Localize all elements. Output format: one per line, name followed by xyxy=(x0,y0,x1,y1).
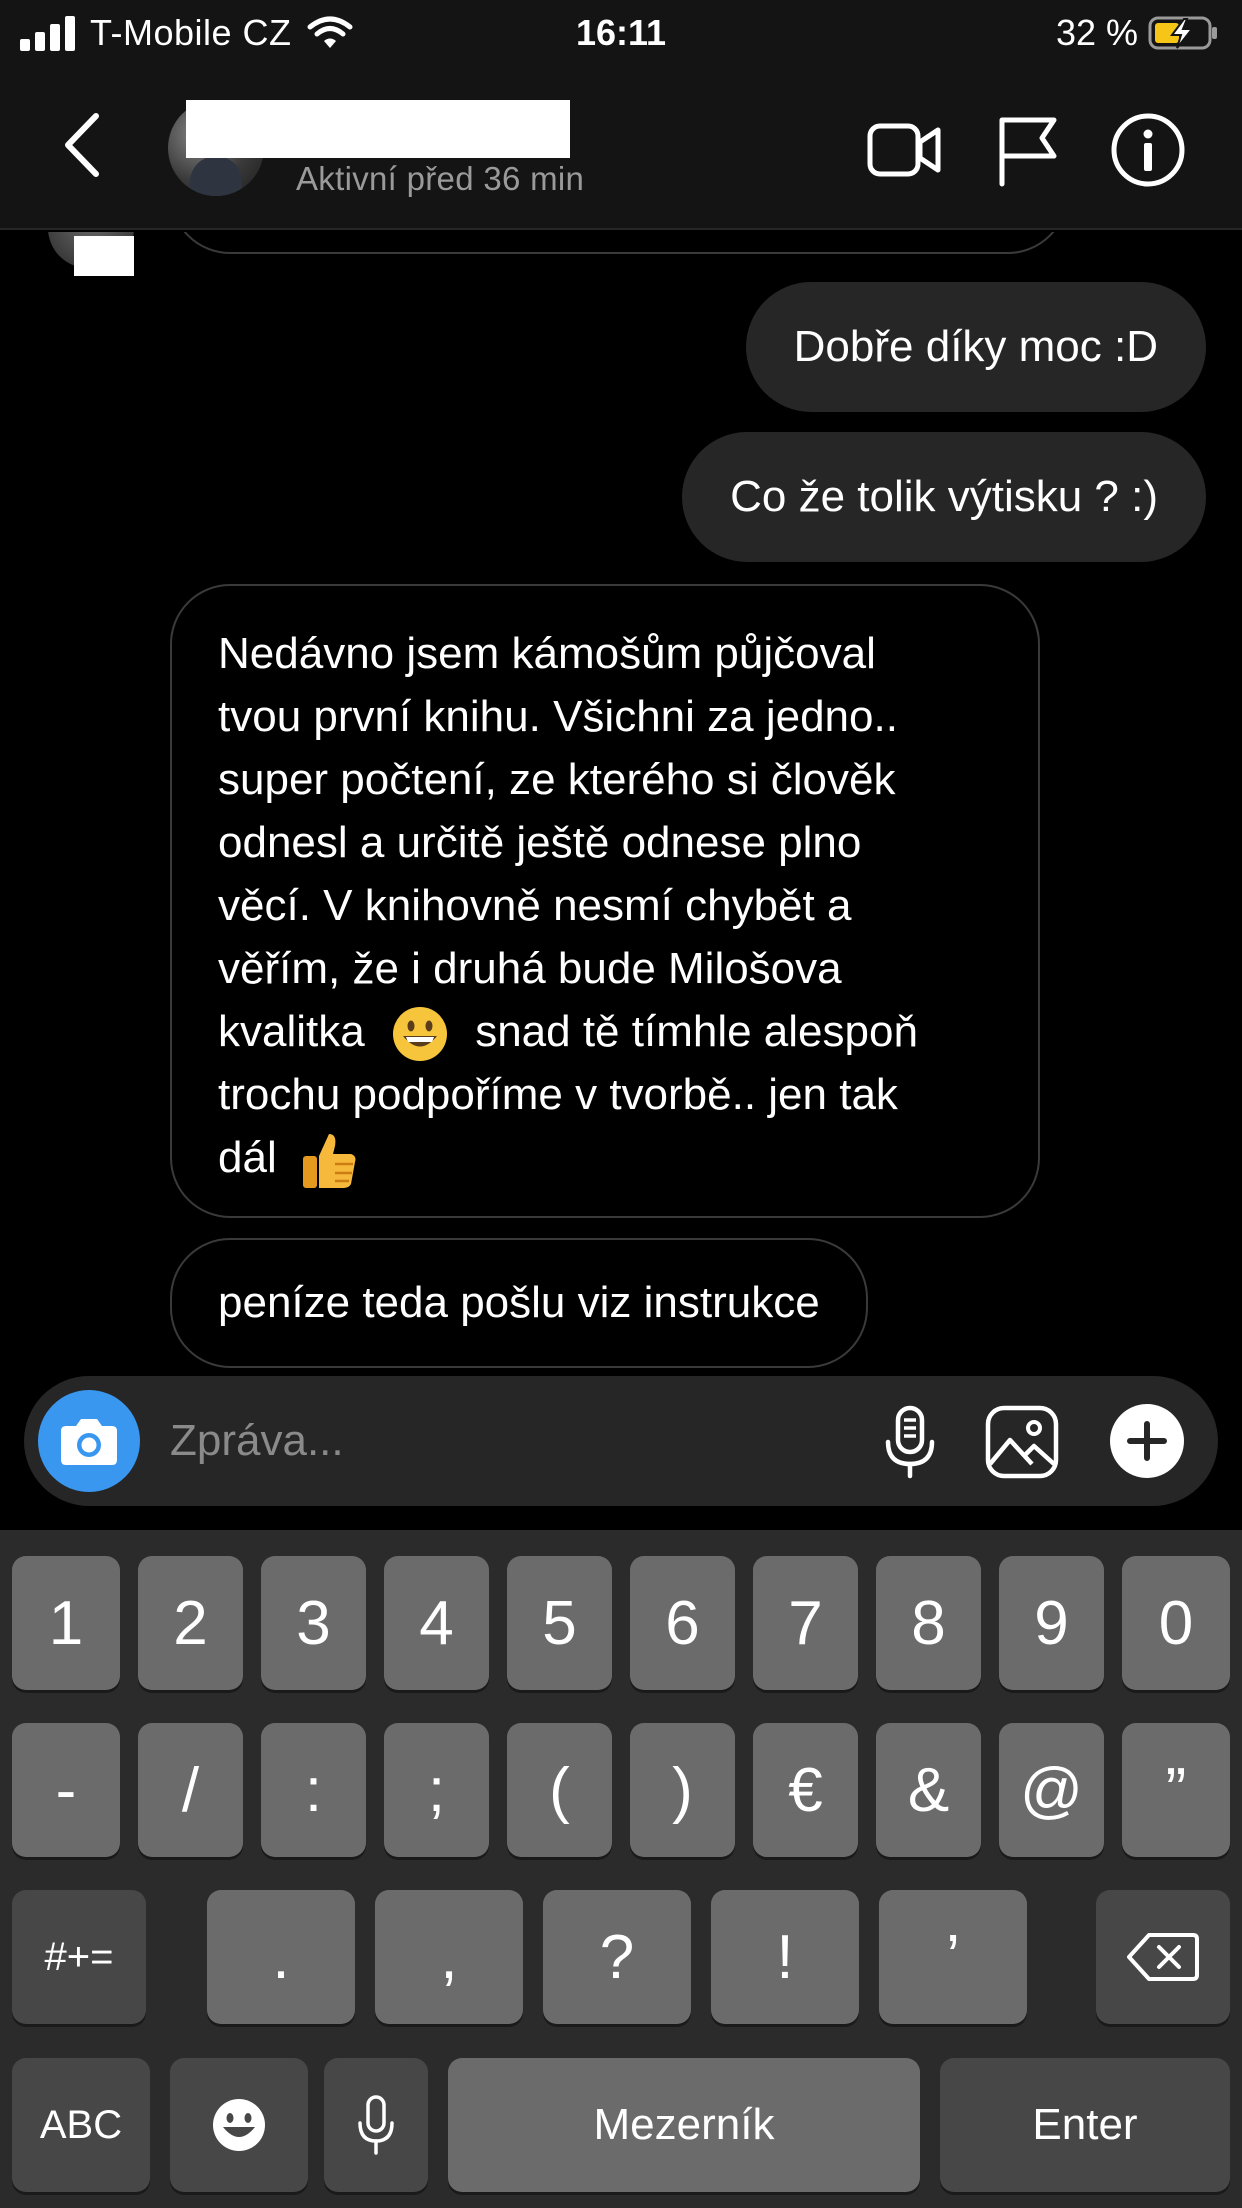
key[interactable]: : xyxy=(261,1723,366,1857)
dictation-key[interactable] xyxy=(324,2058,428,2192)
thumbs-up-icon xyxy=(302,1133,356,1188)
key[interactable]: 2 xyxy=(138,1556,243,1690)
outgoing-message[interactable]: Co že tolik výtisku ? :) xyxy=(682,432,1206,562)
key[interactable]: 8 xyxy=(876,1556,981,1690)
emoji-key[interactable] xyxy=(170,2058,308,2192)
chat-header: Aktivní před 36 min xyxy=(0,64,1242,230)
incoming-message[interactable]: peníze teda pošlu viz instrukce xyxy=(170,1238,868,1368)
info-button[interactable] xyxy=(1108,110,1188,190)
message-line: super počtení, ze kterého si člověk xyxy=(218,755,896,804)
previous-message-bubble[interactable] xyxy=(170,232,1068,254)
keyboard: 1 2 3 4 5 6 7 8 9 0 - / : ; ( ) € & @ ” … xyxy=(0,1530,1242,2208)
message-line: dál xyxy=(218,1126,992,1191)
voice-message-button[interactable] xyxy=(872,1404,948,1480)
key[interactable]: ? xyxy=(543,1890,691,2024)
enter-key[interactable]: Enter xyxy=(940,2058,1230,2192)
key[interactable]: ! xyxy=(711,1890,859,2024)
key[interactable]: 5 xyxy=(507,1556,612,1690)
activity-status: Aktivní před 36 min xyxy=(296,160,585,197)
key[interactable]: & xyxy=(876,1723,981,1857)
key[interactable]: 7 xyxy=(753,1556,858,1690)
key[interactable]: 4 xyxy=(384,1556,489,1690)
battery-percent: 32 % xyxy=(1055,12,1138,53)
message-line: trochu podpoříme v tvorbě.. jen tak xyxy=(218,1070,898,1120)
more-options-button[interactable] xyxy=(1110,1404,1184,1478)
message-fragment: dál xyxy=(218,1133,277,1183)
back-button[interactable] xyxy=(56,110,116,180)
plus-icon xyxy=(1127,1421,1167,1461)
message-line: odnesl a určitě ještě odnese plno xyxy=(218,818,862,867)
message-composer xyxy=(24,1376,1218,1506)
redacted-username[interactable] xyxy=(186,100,570,158)
key[interactable]: . xyxy=(207,1890,355,2024)
message-line: tvou první knihu. Všichni za jedno.. xyxy=(218,692,898,741)
key[interactable]: / xyxy=(138,1723,243,1857)
key[interactable]: 0 xyxy=(1122,1556,1230,1690)
video-call-button[interactable] xyxy=(864,110,944,190)
battery-charging-icon xyxy=(1148,16,1217,50)
space-key[interactable]: Mezerník xyxy=(448,2058,920,2192)
redacted-avatar-area xyxy=(74,236,134,276)
backspace-icon xyxy=(1127,1933,1199,1981)
message-input[interactable] xyxy=(170,1406,710,1476)
symbols-toggle-key[interactable]: #+= xyxy=(12,1890,146,2024)
key[interactable]: € xyxy=(753,1723,858,1857)
message-line: kvalitka snad tě tímhle alespoň xyxy=(218,1000,992,1063)
key[interactable]: ’ xyxy=(879,1890,1027,2024)
camera-icon xyxy=(61,1419,117,1465)
key[interactable]: - xyxy=(12,1723,120,1857)
key[interactable]: 9 xyxy=(999,1556,1104,1690)
emoji-icon xyxy=(213,2099,265,2151)
message-thread[interactable]: Dobře díky moc :D Co že tolik výtisku ? … xyxy=(0,232,1242,1372)
camera-button[interactable] xyxy=(38,1390,140,1492)
key[interactable]: ” xyxy=(1122,1723,1230,1857)
microphone-icon xyxy=(358,2095,394,2155)
message-line: Nedávno jsem kámošům půjčoval xyxy=(218,629,876,678)
status-bar: T-Mobile CZ 16:11 32 % xyxy=(0,0,1242,64)
key[interactable]: 3 xyxy=(261,1556,366,1690)
backspace-key[interactable] xyxy=(1096,1890,1230,2024)
key[interactable]: , xyxy=(375,1890,523,2024)
key[interactable]: @ xyxy=(999,1723,1104,1857)
key[interactable]: 6 xyxy=(630,1556,735,1690)
message-line: věcí. V knihovně nesmí chybět a xyxy=(218,881,852,930)
message-fragment: snad tě tímhle alespoň xyxy=(475,1007,918,1056)
incoming-message[interactable]: Nedávno jsem kámošům půjčoval tvou první… xyxy=(170,584,1040,1218)
key[interactable]: ; xyxy=(384,1723,489,1857)
gallery-button[interactable] xyxy=(984,1404,1060,1480)
key[interactable]: 1 xyxy=(12,1556,120,1690)
grinning-face-icon xyxy=(392,1007,447,1062)
outgoing-message[interactable]: Dobře díky moc :D xyxy=(745,282,1206,412)
report-flag-button[interactable] xyxy=(988,110,1068,190)
message-line: věřím, že i druhá bude Milošova xyxy=(218,944,842,993)
key[interactable]: ) xyxy=(630,1723,735,1857)
abc-key[interactable]: ABC xyxy=(12,2058,150,2192)
message-fragment: kvalitka xyxy=(218,1007,365,1056)
key[interactable]: ( xyxy=(507,1723,612,1857)
